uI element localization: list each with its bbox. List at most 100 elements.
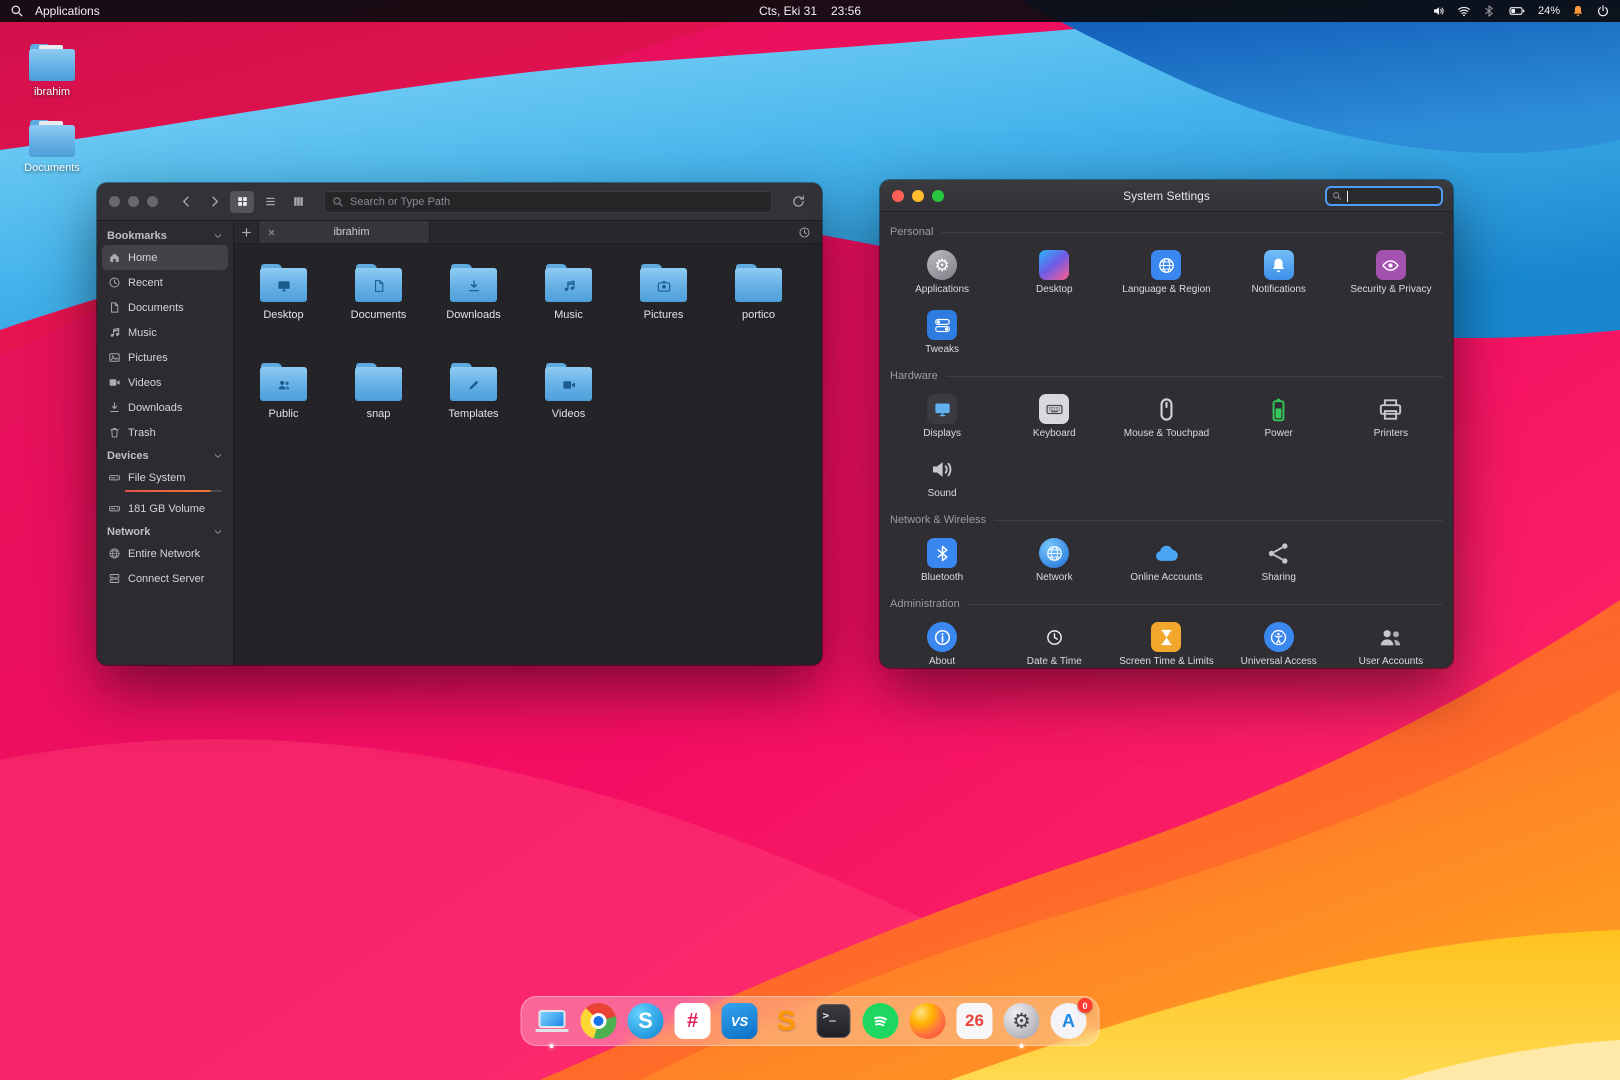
folder-templates[interactable]: Templates xyxy=(426,353,521,452)
dock-item-terminal[interactable]: >_ xyxy=(815,1002,853,1040)
list-view-button[interactable] xyxy=(258,191,282,213)
forward-button[interactable] xyxy=(202,191,226,213)
tab-ibrahim[interactable]: ibrahim xyxy=(258,221,430,243)
window-controls[interactable] xyxy=(109,196,158,207)
folder-videos[interactable]: Videos xyxy=(521,353,616,452)
dock-item-chrome[interactable] xyxy=(580,1002,618,1040)
settings-item-security-privacy[interactable]: Security & Privacy xyxy=(1335,240,1447,300)
battery-icon[interactable] xyxy=(1507,3,1527,19)
window-controls[interactable] xyxy=(892,189,944,202)
sidebar-item-pictures[interactable]: Pictures xyxy=(102,345,228,370)
column-view-button[interactable] xyxy=(286,191,310,213)
window-minimize-button[interactable] xyxy=(128,196,139,207)
history-button[interactable] xyxy=(792,221,816,243)
settings-item-tweaks[interactable]: Tweaks xyxy=(886,300,998,360)
menubar-date[interactable]: Cts, Eki 31 xyxy=(759,4,817,18)
new-tab-button[interactable] xyxy=(234,221,258,243)
sidebar-section-network[interactable]: Network xyxy=(97,521,233,541)
window-close-button[interactable] xyxy=(109,196,120,207)
settings-item-displays[interactable]: Displays xyxy=(886,384,998,444)
chevron-down-icon[interactable] xyxy=(213,527,223,537)
desktop-icon-ibrahim[interactable]: ibrahim xyxy=(14,44,90,98)
settings-titlebar: System Settings xyxy=(880,180,1453,212)
settings-item-about[interactable]: About xyxy=(886,612,998,668)
sidebar-item-file-system[interactable]: File System xyxy=(102,465,228,490)
folder-pictures[interactable]: Pictures xyxy=(616,254,711,353)
sidebar-item-downloads[interactable]: Downloads xyxy=(102,395,228,420)
settings-item-keyboard[interactable]: Keyboard xyxy=(998,384,1110,444)
system-settings-icon: ⚙ xyxy=(1003,1003,1040,1039)
folder-music[interactable]: Music xyxy=(521,254,616,353)
sidebar-item-181-gb-volume[interactable]: 181 GB Volume xyxy=(102,496,228,521)
settings-item-notifications[interactable]: Notifications xyxy=(1223,240,1335,300)
icon-view-button[interactable] xyxy=(230,190,254,213)
folder-portico[interactable]: portico xyxy=(711,254,806,353)
folder-downloads[interactable]: Downloads xyxy=(426,254,521,353)
dock-item-app-store[interactable]: A0 xyxy=(1050,998,1093,1040)
close-button[interactable] xyxy=(892,189,904,202)
sharing-icon xyxy=(1264,538,1294,568)
settings-item-sound[interactable]: Sound xyxy=(886,444,998,504)
search-icon xyxy=(332,196,344,208)
desktop-icon-documents[interactable]: Documents xyxy=(14,120,90,174)
dock-item-sublime-text[interactable]: S xyxy=(768,1002,806,1040)
bluetooth-icon[interactable] xyxy=(1482,4,1496,18)
sidebar-item-recent[interactable]: Recent xyxy=(102,270,228,295)
dock-item-system-settings[interactable]: ⚙ xyxy=(1003,1002,1041,1048)
settings-item-network[interactable]: Network xyxy=(998,528,1110,588)
settings-item-applications[interactable]: ⚙ Applications xyxy=(886,240,998,300)
search-icon[interactable] xyxy=(10,4,24,18)
settings-item-universal-access[interactable]: Universal Access xyxy=(1223,612,1335,668)
close-tab-icon[interactable] xyxy=(267,228,276,237)
wifi-icon[interactable] xyxy=(1457,4,1471,18)
dock-item-vscode[interactable]: VS xyxy=(721,1002,759,1040)
settings-item-desktop[interactable]: Desktop xyxy=(998,240,1110,300)
window-maximize-button[interactable] xyxy=(147,196,158,207)
chevron-down-icon[interactable] xyxy=(213,231,223,241)
folder-desktop[interactable]: Desktop xyxy=(236,254,331,353)
desktop-icon-label: Documents xyxy=(24,162,80,174)
settings-search-input[interactable] xyxy=(1325,186,1443,206)
file-manager-sidebar: Bookmarks Home Recent Documents Music Picture… xyxy=(97,221,234,665)
chevron-down-icon[interactable] xyxy=(213,451,223,461)
dock-item-firefox[interactable] xyxy=(909,1002,947,1040)
settings-item-power[interactable]: Power xyxy=(1223,384,1335,444)
settings-item-online-accounts[interactable]: Online Accounts xyxy=(1110,528,1222,588)
applications-menu[interactable]: Applications xyxy=(35,4,100,18)
refresh-button[interactable] xyxy=(786,191,810,213)
sidebar-item-trash[interactable]: Trash xyxy=(102,420,228,445)
settings-item-mouse-touchpad[interactable]: Mouse & Touchpad xyxy=(1110,384,1222,444)
power-icon[interactable] xyxy=(1596,4,1610,18)
sound-icon xyxy=(927,454,957,484)
settings-item-sharing[interactable]: Sharing xyxy=(1223,528,1335,588)
maximize-button[interactable] xyxy=(932,189,944,202)
sidebar-section-bookmarks[interactable]: Bookmarks xyxy=(97,225,233,245)
settings-item-date-time[interactable]: Date & Time xyxy=(998,612,1110,668)
sidebar-item-documents[interactable]: Documents xyxy=(102,295,228,320)
minimize-button[interactable] xyxy=(912,189,924,202)
sidebar-item-music[interactable]: Music xyxy=(102,320,228,345)
volume-icon[interactable] xyxy=(1432,4,1446,18)
dock-item-file-manager[interactable] xyxy=(533,1002,571,1048)
back-button[interactable] xyxy=(174,191,198,213)
folder-documents[interactable]: Documents xyxy=(331,254,426,353)
sidebar-item-connect-server[interactable]: Connect Server xyxy=(102,566,228,591)
dock-item-slack[interactable]: # xyxy=(674,1002,712,1040)
notifications-bell-icon[interactable] xyxy=(1571,4,1585,18)
folder-public[interactable]: Public xyxy=(236,353,331,452)
sidebar-item-entire-network[interactable]: Entire Network xyxy=(102,541,228,566)
folder-snap[interactable]: snap xyxy=(331,353,426,452)
settings-item-screen-time-limits[interactable]: Screen Time & Limits xyxy=(1110,612,1222,668)
path-search-input[interactable]: Search or Type Path xyxy=(324,190,772,213)
settings-item-printers[interactable]: Printers xyxy=(1335,384,1447,444)
sidebar-section-devices[interactable]: Devices xyxy=(97,445,233,465)
dock-item-spotify[interactable] xyxy=(862,1002,900,1040)
settings-item-bluetooth[interactable]: Bluetooth xyxy=(886,528,998,588)
dock-item-skype[interactable]: S xyxy=(627,1002,665,1040)
dock-item-calendar[interactable]: 26 xyxy=(956,1002,994,1040)
settings-item-language-region[interactable]: Language & Region xyxy=(1110,240,1222,300)
sidebar-item-home[interactable]: Home xyxy=(102,245,228,270)
menubar-time[interactable]: 23:56 xyxy=(831,4,861,18)
sidebar-item-videos[interactable]: Videos xyxy=(102,370,228,395)
settings-item-user-accounts[interactable]: User Accounts xyxy=(1335,612,1447,668)
